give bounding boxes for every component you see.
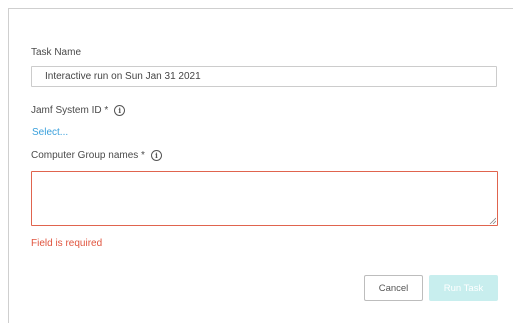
jamf-system-id-label-text: Jamf System ID *: [31, 105, 109, 116]
task-name-label-text: Task Name: [31, 47, 82, 58]
info-icon[interactable]: i: [150, 150, 162, 161]
field-required-error: Field is required: [31, 238, 103, 249]
cancel-button[interactable]: Cancel: [364, 275, 423, 301]
task-name-input[interactable]: Interactive run on Sun Jan 31 2021: [31, 66, 497, 87]
task-name-label: Task Name: [31, 47, 81, 58]
task-dialog: Task Name Interactive run on Sun Jan 31 …: [8, 8, 513, 323]
computer-group-names-label-text: Computer Group names *: [31, 150, 145, 161]
info-icon[interactable]: i: [114, 105, 126, 116]
jamf-system-id-label: Jamf System ID * i: [31, 105, 126, 116]
run-task-button[interactable]: Run Task: [429, 275, 498, 301]
computer-group-names-textarea[interactable]: [31, 171, 498, 226]
jamf-system-id-select[interactable]: Select...: [32, 127, 68, 138]
resize-grip-icon[interactable]: [489, 217, 496, 224]
task-name-value: Interactive run on Sun Jan 31 2021: [45, 71, 201, 82]
computer-group-names-label: Computer Group names * i: [31, 150, 162, 161]
